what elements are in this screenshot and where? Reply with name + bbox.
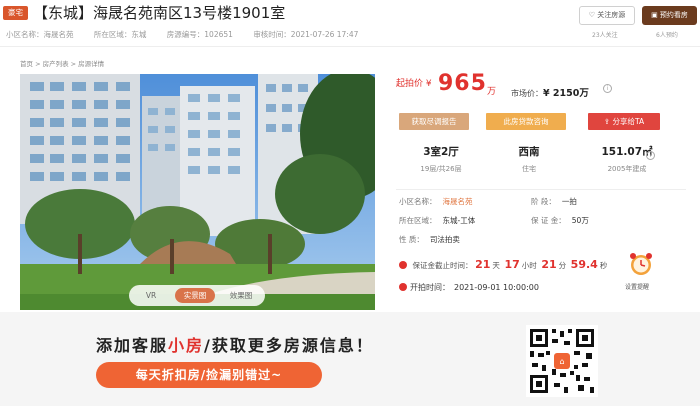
clock-icon [399,261,407,269]
follow-button[interactable]: ♡ 关注房源 [579,6,635,25]
visit-label: 预约看房 [659,11,688,19]
visit-count: 6人预约 [656,32,678,39]
banner-cta-button[interactable]: 每天折扣房/捡漏别错过~ [96,362,322,388]
stage-label: 阶 段： [531,197,556,206]
community-link[interactable]: 海晟名苑 [443,197,473,206]
area-label: 所在区域： [399,216,437,225]
luxury-badge: 豪宅 [3,6,28,20]
listing-meta: 小区名称：海晟名苑 所在区域：东城 房源编号：102651 审核时间：2021-… [6,29,376,40]
stage-value: 一拍 [561,197,577,206]
stat-area-value: 151.07㎡ [601,146,653,158]
detail-stage: 阶 段： 一拍 [531,196,577,207]
start-time-value: 2021-09-01 10:00:00 [454,283,539,292]
stat-orientation-sub: 住宅 [522,165,536,173]
stat-layout-value: 3室2厅 [423,146,459,158]
countdown-minutes: 21 [541,258,557,271]
stat-orientation: 西南 住宅 [484,144,574,174]
detail-nature: 性 质： 司法拍卖 [399,234,460,245]
property-photo[interactable] [20,74,375,310]
district-meta: 所在区域：东城 [93,30,147,39]
follow-label: 关注房源 [597,11,626,19]
page-header: 豪宅 【东城】海晟名苑南区13号楼1901室 小区名称：海晟名苑 所在区域：东城… [0,0,700,46]
breadcrumb[interactable]: 首页 > 房产列表 > 房源详情 [20,58,104,68]
start-price-unit: 万 [487,87,497,97]
stat-orientation-value: 西南 [518,146,540,158]
property-stats: 3室2厅 19层/共26层 西南 住宅 151.07㎡ 2005年建成 [396,140,682,186]
countdown-label: 保证金截止时间： [412,261,473,270]
banner-headline: 添加客服小房/获取更多房源信息！ [96,332,374,356]
detail-community: 小区名称： 海晟名苑 [399,196,473,207]
share-icon: ⇪ [603,117,613,126]
market-price: 市场价：¥ 2150万 [511,85,589,99]
tab-vr[interactable]: VR [137,288,165,303]
share-button[interactable]: ⇪ 分享给TA [588,113,660,130]
share-label: 分享给TA [612,117,645,126]
tab-effect-image[interactable]: 效果图 [223,288,259,303]
community-meta: 小区名称：海晟名苑 [6,30,74,39]
countdown-seconds: 59.4 [570,258,598,271]
deposit-deadline-countdown: 保证金截止时间： 21 天 17 小时 21 分 59.4 秒 [399,258,609,271]
page-title: 【东城】海晟名苑南区13号楼1901室 [33,4,286,22]
photo-view-tabs: VR 实景图 效果图 [129,285,265,306]
stat-area: 151.07㎡ 2005年建成 [582,144,672,174]
clock-icon [399,283,407,291]
header-divider [0,46,700,47]
deposit-value: 50万 [571,216,589,225]
heart-icon: ♡ [588,11,598,19]
svg-text:⌂: ⌂ [559,357,564,366]
start-price-value: 965 [438,71,487,96]
start-price-label: 起拍价 ¥ [396,79,432,89]
set-reminder-label[interactable]: 设置提醒 [625,282,649,291]
banner-text-1: 添加客服 [96,336,169,355]
stats-divider [396,189,686,190]
nature-label: 性 质： [399,235,424,244]
calendar-icon: ▣ [651,11,660,19]
detail-area: 所在区域： 东城-工体 [399,215,475,226]
book-visit-button[interactable]: ▣ 预约看房 [642,6,697,25]
stat-layout-sub: 19层/共26层 [420,165,462,173]
market-price-value: ¥ 2150万 [543,88,589,99]
banner-highlight: 小房 [168,336,205,355]
banner-text-2: /获取更多房源信息！ [204,336,374,355]
alarm-clock-icon[interactable] [628,251,654,277]
review-time: 审核时间：2021-07-26 17:47 [253,30,359,39]
market-price-label: 市场价： [511,89,543,98]
countdown-hours: 17 [504,258,520,271]
qr-code: ⌂ [526,325,598,397]
nature-value: 司法拍卖 [429,235,460,244]
tab-real-photo[interactable]: 实景图 [175,288,215,303]
community-label: 小区名称： [399,197,437,206]
countdown-days: 21 [475,258,491,271]
stat-area-sub: 2005年建成 [607,165,647,173]
get-report-button[interactable]: 获取尽调报告 [399,113,469,130]
area-value: 东城-工体 [442,216,476,225]
building-photo-illustration [20,74,375,310]
listing-number: 房源编号：102651 [166,30,233,39]
follow-count: 23人关注 [592,32,618,39]
area-info-icon[interactable]: i [646,151,655,160]
deposit-label: 保 证 金： [531,216,566,225]
start-time-label: 开拍时间： [410,283,450,292]
stat-layout: 3室2厅 19层/共26层 [396,144,486,174]
auction-start-time: 开拍时间： 2021-09-01 10:00:00 [399,282,539,293]
loan-consult-button[interactable]: 此房贷款咨询 [486,113,566,130]
info-icon[interactable]: i [603,84,612,93]
detail-deposit: 保 证 金： 50万 [531,215,589,226]
